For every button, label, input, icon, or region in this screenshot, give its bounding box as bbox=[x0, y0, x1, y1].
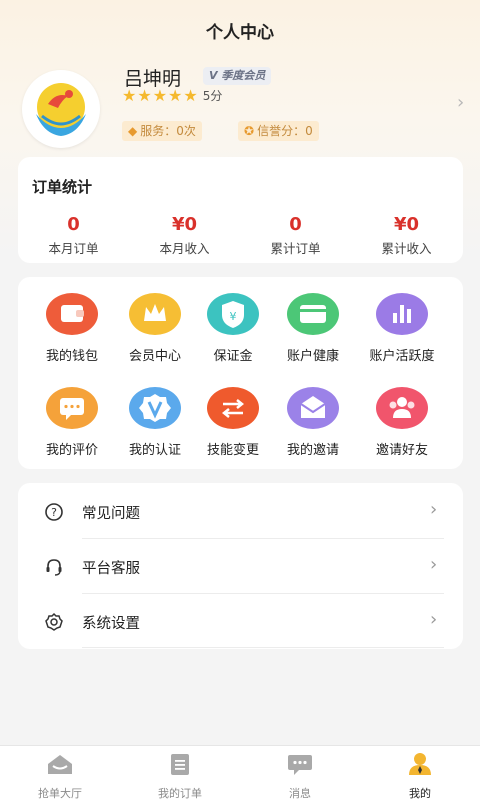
tab-mine[interactable]: 我的 bbox=[360, 752, 480, 801]
menu-item-faq[interactable]: ? 常见问题 › bbox=[18, 485, 463, 539]
tab-order-hall[interactable]: 抢单大厅 bbox=[0, 752, 120, 801]
chevron-right-icon: › bbox=[430, 554, 438, 575]
settings-menu-card: ? 常见问题 › 平台客服 › 系统设置 › bbox=[18, 483, 463, 649]
grid-item-my-reviews[interactable]: 我的评价 bbox=[29, 387, 115, 458]
settings-icon bbox=[45, 612, 63, 631]
menu-label: 系统设置 bbox=[82, 616, 140, 632]
swap-icon bbox=[207, 387, 259, 429]
grid-item-account-activity[interactable]: 账户活跃度 bbox=[359, 293, 445, 364]
rating-score: 5分 bbox=[202, 89, 223, 103]
crown-icon bbox=[129, 293, 181, 335]
tab-my-orders[interactable]: 我的订单 bbox=[120, 752, 240, 801]
svg-text:¥: ¥ bbox=[230, 310, 237, 323]
grid-item-wallet[interactable]: 我的钱包 bbox=[29, 293, 115, 364]
page-title: 个人中心 bbox=[206, 23, 274, 43]
medal-icon: ✪ bbox=[244, 124, 255, 138]
comment-icon bbox=[46, 387, 98, 429]
menu-item-customer-service[interactable]: 平台客服 › bbox=[18, 540, 463, 594]
grid-label: 技能变更 bbox=[206, 443, 259, 458]
service-count-chip: ◆ 服务：0次 bbox=[122, 121, 202, 141]
stat-label: 累计订单 bbox=[270, 241, 321, 256]
grid-item-deposit[interactable]: ¥ 保证金 bbox=[190, 293, 276, 364]
chevron-right-icon: › bbox=[430, 609, 438, 630]
grid-label: 我的钱包 bbox=[45, 349, 98, 364]
stat-total-orders[interactable]: 0 累计订单 bbox=[240, 215, 351, 257]
message-icon bbox=[288, 755, 312, 775]
bottom-tab-bar: 抢单大厅 我的订单 消息 我的 bbox=[0, 745, 480, 801]
stat-value: ¥0 bbox=[393, 214, 420, 235]
divider bbox=[82, 538, 444, 539]
bar-chart-icon bbox=[376, 293, 428, 335]
grid-item-my-certification[interactable]: 我的认证 bbox=[112, 387, 198, 458]
tab-label: 我的订单 bbox=[158, 787, 202, 800]
person-icon bbox=[409, 753, 431, 775]
service-count: 服务：0次 bbox=[140, 124, 196, 138]
wallet-icon bbox=[46, 293, 98, 335]
diamond-icon: ◆ bbox=[128, 124, 138, 138]
menu-label: 常见问题 bbox=[82, 506, 140, 522]
tab-label: 抢单大厅 bbox=[38, 787, 82, 800]
hall-icon bbox=[48, 755, 72, 774]
stat-month-orders[interactable]: 0 本月订单 bbox=[18, 215, 129, 257]
mail-icon bbox=[287, 387, 339, 429]
grid-item-skill-change[interactable]: 技能变更 bbox=[190, 387, 276, 458]
stat-label: 累计收入 bbox=[381, 241, 432, 256]
star-icon: ★ bbox=[152, 86, 168, 105]
stat-value: 0 bbox=[67, 214, 80, 235]
verified-v-icon bbox=[129, 387, 181, 429]
rating-stars: ★ ★ ★ ★ ★ 5分 bbox=[122, 86, 222, 105]
menu-item-system-settings[interactable]: 系统设置 › bbox=[18, 595, 463, 649]
grid-label: 我的认证 bbox=[128, 443, 181, 458]
stat-total-income[interactable]: ¥0 累计收入 bbox=[351, 215, 462, 257]
svg-text:?: ? bbox=[51, 506, 57, 519]
menu-label: 平台客服 bbox=[82, 561, 140, 577]
function-grid-card: 我的钱包 会员中心 ¥ 保证金 账户健康 账户活跃度 我的评价 我的认证 技能变… bbox=[18, 277, 463, 469]
chevron-right-icon: › bbox=[430, 499, 438, 520]
stat-label: 本月收入 bbox=[159, 241, 210, 256]
stat-label: 本月订单 bbox=[48, 241, 99, 256]
grid-item-my-invitations[interactable]: 我的邀请 bbox=[270, 387, 356, 458]
grid-label: 保证金 bbox=[213, 349, 253, 364]
shield-yen-icon: ¥ bbox=[207, 293, 259, 335]
stat-month-income[interactable]: ¥0 本月收入 bbox=[129, 215, 240, 257]
vip-badge: V 季度会员 bbox=[203, 67, 272, 85]
avatar[interactable] bbox=[22, 70, 100, 148]
grid-label: 账户活跃度 bbox=[369, 349, 435, 364]
credit-score: 信誉分：0 bbox=[257, 124, 313, 138]
grid-label: 账户健康 bbox=[286, 349, 339, 364]
card-icon bbox=[287, 293, 339, 335]
star-icon: ★ bbox=[137, 86, 152, 105]
profile-chevron-right-icon[interactable]: › bbox=[457, 92, 464, 113]
divider bbox=[82, 593, 444, 594]
star-icon: ★ bbox=[183, 86, 198, 105]
stat-value: 0 bbox=[289, 214, 302, 235]
grid-label: 邀请好友 bbox=[375, 443, 428, 458]
grid-label: 会员中心 bbox=[128, 349, 181, 364]
star-icon: ★ bbox=[168, 86, 183, 105]
grid-item-account-health[interactable]: 账户健康 bbox=[270, 293, 356, 364]
tab-label: 消息 bbox=[289, 787, 311, 800]
tab-messages[interactable]: 消息 bbox=[240, 752, 360, 801]
credit-score-chip: ✪ 信誉分：0 bbox=[238, 121, 319, 141]
tab-label: 我的 bbox=[409, 787, 431, 800]
order-stats-title: 订单统计 bbox=[32, 178, 93, 196]
order-stats-card: 订单统计 0 本月订单 ¥0 本月收入 0 累计订单 ¥0 累计收入 bbox=[18, 157, 463, 263]
friends-icon bbox=[376, 387, 428, 429]
grid-item-invite-friends[interactable]: 邀请好友 bbox=[359, 387, 445, 458]
star-icon: ★ bbox=[122, 86, 137, 105]
headset-icon bbox=[46, 559, 62, 576]
divider bbox=[82, 647, 444, 648]
grid-item-member-center[interactable]: 会员中心 bbox=[112, 293, 198, 364]
stat-value: ¥0 bbox=[171, 214, 198, 235]
avatar-logo-icon bbox=[36, 83, 86, 136]
orders-icon bbox=[171, 754, 189, 775]
grid-label: 我的评价 bbox=[45, 443, 98, 458]
question-icon: ? bbox=[45, 503, 63, 521]
grid-label: 我的邀请 bbox=[286, 443, 339, 458]
